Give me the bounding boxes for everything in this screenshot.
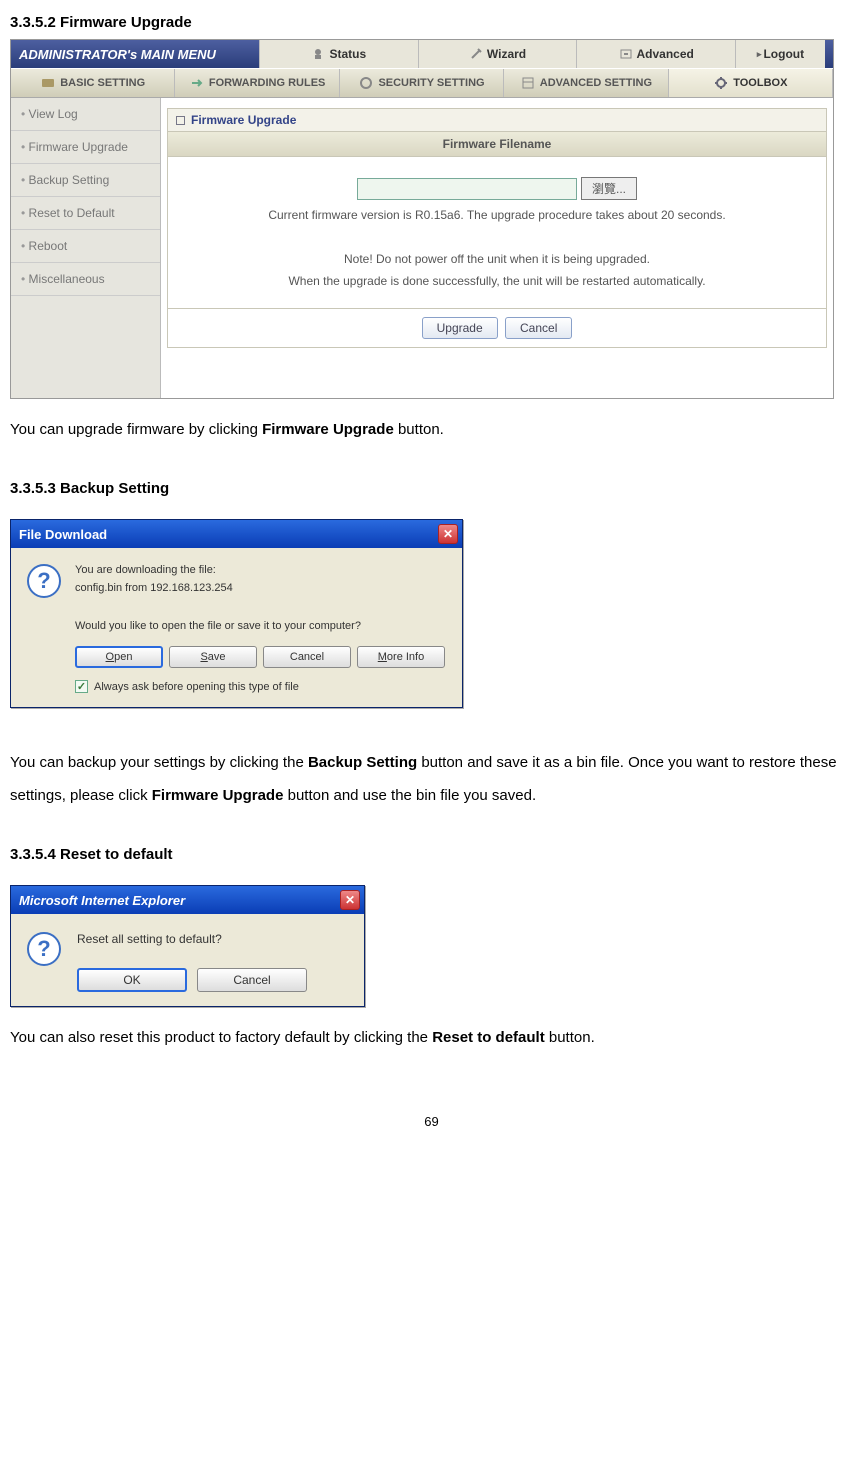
router-toolbar: BASIC SETTING FORWARDING RULES SECURITY … <box>11 68 833 98</box>
panel-title-label: Firmware Upgrade <box>191 113 296 127</box>
ok-button[interactable]: OK <box>77 968 187 992</box>
more-info-button[interactable]: More Info <box>357 646 445 668</box>
download-question: Would you like to open the file or save … <box>75 620 446 632</box>
tab-basic-label: BASIC SETTING <box>60 77 145 89</box>
reset-default-text: You can also reset this product to facto… <box>10 1021 853 1054</box>
sidebar-item-backup[interactable]: Backup Setting <box>11 164 160 197</box>
download-line2: config.bin from 192.168.123.254 <box>75 582 446 594</box>
router-admin-ui: ADMINISTRATOR's MAIN MENU Status Wizard … <box>10 39 834 399</box>
file-download-title: File Download <box>19 527 107 542</box>
toolbox-icon <box>713 75 729 91</box>
topnav-logout[interactable]: ▸Logout <box>735 40 825 68</box>
close-icon[interactable]: ✕ <box>340 890 360 910</box>
tab-basic-setting[interactable]: BASIC SETTING <box>11 69 175 97</box>
ie-reset-dialog: Microsoft Internet Explorer ✕ ? Reset al… <box>10 885 365 1007</box>
cancel-button[interactable]: Cancel <box>505 317 572 339</box>
firmware-file-input[interactable] <box>357 178 577 200</box>
question-icon: ? <box>27 932 61 966</box>
square-icon <box>176 116 185 125</box>
upgrade-button[interactable]: Upgrade <box>422 317 498 339</box>
panel-title: Firmware Upgrade <box>167 108 827 132</box>
checkbox-icon: ✓ <box>75 680 88 693</box>
sidebar-item-firmware[interactable]: Firmware Upgrade <box>11 131 160 164</box>
reset-cancel-button[interactable]: Cancel <box>197 968 307 992</box>
advanced-icon <box>619 47 633 61</box>
heading-reset-default: 3.3.5.4 Reset to default <box>10 846 853 863</box>
router-sidebar: View Log Firmware Upgrade Backup Setting… <box>11 98 161 398</box>
basic-setting-icon <box>40 75 56 91</box>
sidebar-item-misc[interactable]: Miscellaneous <box>11 263 160 296</box>
sidebar-item-reboot[interactable]: Reboot <box>11 230 160 263</box>
save-button[interactable]: Save <box>169 646 257 668</box>
topnav-status-label: Status <box>329 47 366 61</box>
tab-security-setting[interactable]: SECURITY SETTING <box>340 69 504 97</box>
topnav-status[interactable]: Status <box>259 40 418 68</box>
tab-toolbox-label: TOOLBOX <box>733 77 787 89</box>
heading-firmware-upgrade: 3.3.5.2 Firmware Upgrade <box>10 14 853 31</box>
firmware-upgrade-text: You can upgrade firmware by clicking Fir… <box>10 413 853 446</box>
main-menu-title: ADMINISTRATOR's MAIN MENU <box>19 47 259 62</box>
topnav-logout-label: Logout <box>763 47 804 61</box>
tab-advanced-setting-label: ADVANCED SETTING <box>540 77 652 89</box>
backup-setting-text: You can backup your settings by clicking… <box>10 746 853 812</box>
note-text: Note! Do not power off the unit when it … <box>176 252 818 266</box>
tab-security-label: SECURITY SETTING <box>378 77 484 89</box>
version-text: Current firmware version is R0.15a6. The… <box>176 208 818 222</box>
always-ask-check[interactable]: ✓ Always ask before opening this type of… <box>75 680 446 693</box>
ie-title: Microsoft Internet Explorer <box>19 893 185 908</box>
reset-question: Reset all setting to default? <box>77 932 348 946</box>
always-ask-label: Always ask before opening this type of f… <box>94 681 299 693</box>
done-text: When the upgrade is done successfully, t… <box>176 274 818 288</box>
tab-toolbox[interactable]: TOOLBOX <box>669 69 833 97</box>
topnav-wizard-label: Wizard <box>487 47 526 61</box>
filename-header: Firmware Filename <box>167 132 827 157</box>
panel-body: 瀏覽... Current firmware version is R0.15a… <box>167 157 827 309</box>
status-icon <box>311 47 325 61</box>
open-button[interactable]: Open <box>75 646 163 668</box>
router-topbar: ADMINISTRATOR's MAIN MENU Status Wizard … <box>11 40 833 68</box>
question-icon: ? <box>27 564 61 598</box>
ie-titlebar: Microsoft Internet Explorer ✕ <box>11 886 364 914</box>
tab-forwarding-label: FORWARDING RULES <box>209 77 326 89</box>
topnav-advanced-label: Advanced <box>637 47 694 61</box>
file-download-titlebar: File Download ✕ <box>11 520 462 548</box>
close-icon[interactable]: ✕ <box>438 524 458 544</box>
topnav-wizard[interactable]: Wizard <box>418 40 577 68</box>
advanced-setting-icon <box>520 75 536 91</box>
wizard-icon <box>469 47 483 61</box>
file-download-dialog: File Download ✕ ? You are downloading th… <box>10 519 463 708</box>
sidebar-item-reset[interactable]: Reset to Default <box>11 197 160 230</box>
sidebar-item-viewlog[interactable]: View Log <box>11 98 160 131</box>
tab-advanced-setting[interactable]: ADVANCED SETTING <box>504 69 668 97</box>
heading-backup-setting: 3.3.5.3 Backup Setting <box>10 480 853 497</box>
tab-forwarding-rules[interactable]: FORWARDING RULES <box>175 69 339 97</box>
browse-button[interactable]: 瀏覽... <box>581 177 637 200</box>
download-line1: You are downloading the file: <box>75 564 446 576</box>
page-number: 69 <box>10 1114 853 1129</box>
router-main: Firmware Upgrade Firmware Filename 瀏覽...… <box>161 98 833 398</box>
security-icon <box>358 75 374 91</box>
download-cancel-button[interactable]: Cancel <box>263 646 351 668</box>
forwarding-icon <box>189 75 205 91</box>
panel-actions: Upgrade Cancel <box>167 309 827 348</box>
topnav-advanced[interactable]: Advanced <box>576 40 735 68</box>
